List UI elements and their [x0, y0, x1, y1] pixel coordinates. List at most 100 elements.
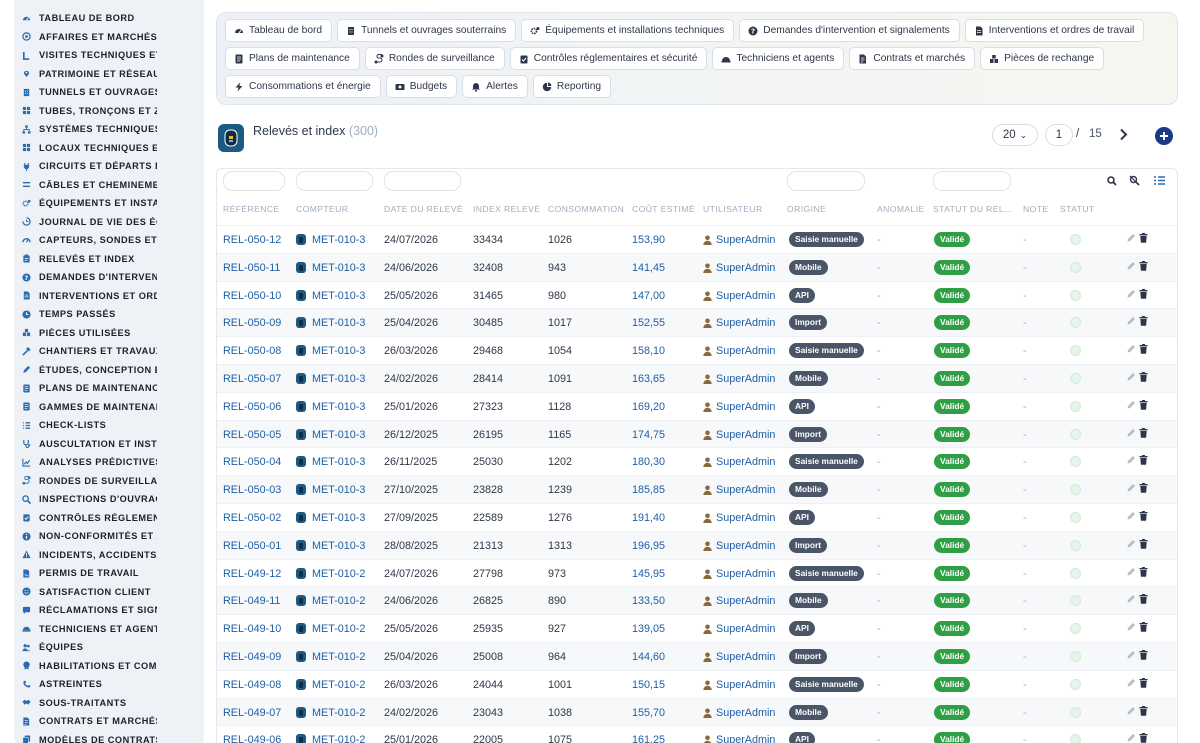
meter-link[interactable]: MET-010-3: [312, 429, 365, 441]
edit-icon[interactable]: [1126, 483, 1136, 493]
column-header[interactable]: ANOMALIE: [877, 204, 925, 214]
meter-link[interactable]: MET-010-2: [312, 734, 365, 743]
column-header[interactable]: STATUT: [1060, 204, 1095, 214]
user-cell[interactable]: SuperAdmin: [703, 568, 775, 580]
meter-cell[interactable]: MET-010-2: [296, 567, 365, 580]
sidebar-item[interactable]: AUSCULTATION ET INSTR: [22, 435, 202, 454]
reference-link[interactable]: REL-049-07: [223, 707, 281, 719]
delete-icon[interactable]: [1139, 566, 1148, 577]
meter-cell[interactable]: MET-010-3: [296, 234, 365, 246]
reference-link[interactable]: REL-049-10: [223, 623, 281, 635]
status-dot[interactable]: [1070, 595, 1081, 607]
quick-nav-button[interactable]: ? Demandes d'intervention et signalements: [739, 19, 960, 42]
column-header[interactable]: COMPTEUR: [296, 204, 348, 214]
sidebar-item[interactable]: VISITES TECHNIQUES ET: [22, 46, 202, 65]
status-dot[interactable]: [1070, 317, 1081, 329]
edit-icon[interactable]: [1126, 594, 1136, 604]
edit-icon[interactable]: [1126, 400, 1136, 410]
status-dot[interactable]: [1070, 289, 1081, 301]
delete-icon[interactable]: [1139, 538, 1148, 549]
table-row[interactable]: REL-050-06 MET-010-3 25/01/2026 27323 1128 16…: [217, 391, 1177, 420]
sidebar-item[interactable]: SYSTÈMES TECHNIQUES: [22, 120, 202, 139]
user-link[interactable]: SuperAdmin: [716, 373, 775, 385]
meter-cell[interactable]: MET-010-3: [296, 261, 365, 274]
reference-link[interactable]: REL-050-10: [223, 290, 281, 302]
delete-icon[interactable]: [1139, 705, 1148, 716]
user-cell[interactable]: SuperAdmin: [703, 290, 775, 302]
user-link[interactable]: SuperAdmin: [716, 317, 775, 329]
table-row[interactable]: REL-050-11 MET-010-3 24/06/2026 32408 943 141…: [217, 252, 1177, 281]
user-cell[interactable]: SuperAdmin: [703, 734, 775, 743]
table-row[interactable]: REL-050-09 MET-010-3 25/04/2026 30485 1017 15…: [217, 308, 1177, 337]
user-link[interactable]: SuperAdmin: [716, 623, 775, 635]
sidebar-item[interactable]: ANALYSES PRÉDICTIVES: [22, 453, 202, 472]
meter-link[interactable]: MET-010-3: [312, 262, 365, 274]
sidebar-item[interactable]: ÉTUDES, CONCEPTION ET: [22, 361, 202, 380]
reference-link[interactable]: REL-050-09: [223, 317, 281, 329]
reference-link[interactable]: REL-049-12: [223, 568, 281, 580]
meter-cell[interactable]: MET-010-2: [296, 734, 365, 743]
delete-icon[interactable]: [1139, 733, 1148, 743]
delete-icon[interactable]: [1139, 594, 1148, 605]
sidebar-item[interactable]: AFFAIRES ET MARCHÉS: [22, 28, 202, 47]
edit-icon[interactable]: [1126, 372, 1136, 382]
reference-link[interactable]: REL-050-11: [223, 262, 280, 274]
user-cell[interactable]: SuperAdmin: [703, 679, 775, 691]
delete-icon[interactable]: [1139, 371, 1148, 382]
user-cell[interactable]: SuperAdmin: [703, 595, 775, 607]
user-link[interactable]: SuperAdmin: [716, 540, 775, 552]
user-link[interactable]: SuperAdmin: [716, 456, 775, 468]
quick-nav-button[interactable]: Rondes de surveillance: [364, 47, 505, 70]
status-dot[interactable]: [1070, 261, 1081, 273]
status-dot[interactable]: [1070, 345, 1081, 357]
user-link[interactable]: SuperAdmin: [716, 345, 775, 357]
quick-nav-button[interactable]: Consommations et énergie: [225, 75, 381, 98]
sidebar-item[interactable]: PLANS DE MAINTENANCE: [22, 379, 202, 398]
column-header[interactable]: ORIGINE: [787, 204, 826, 214]
user-cell[interactable]: SuperAdmin: [703, 317, 775, 329]
delete-icon[interactable]: [1139, 260, 1148, 271]
sidebar-item[interactable]: CHECK-LISTS: [22, 416, 202, 435]
delete-icon[interactable]: [1139, 649, 1148, 660]
quick-nav-button[interactable]: Contrats et marchés: [849, 47, 976, 70]
meter-cell[interactable]: MET-010-2: [296, 650, 365, 663]
filter-reading-status-input[interactable]: [933, 171, 1011, 191]
status-dot[interactable]: [1070, 511, 1081, 523]
meter-cell[interactable]: MET-010-3: [296, 428, 365, 441]
user-link[interactable]: SuperAdmin: [716, 429, 775, 441]
meter-cell[interactable]: MET-010-3: [296, 345, 365, 357]
quick-nav-button[interactable]: Reporting: [532, 75, 612, 98]
table-row[interactable]: REL-049-08 MET-010-2 26/03/2026 24044 1001 15…: [217, 669, 1177, 698]
delete-icon[interactable]: [1139, 316, 1148, 327]
user-link[interactable]: SuperAdmin: [716, 679, 775, 691]
edit-icon[interactable]: [1126, 233, 1136, 243]
meter-cell[interactable]: MET-010-2: [296, 595, 365, 607]
edit-icon[interactable]: [1126, 733, 1136, 743]
clear-filter-icon[interactable]: [1129, 175, 1140, 186]
user-link[interactable]: SuperAdmin: [716, 401, 775, 413]
edit-icon[interactable]: [1126, 511, 1136, 521]
meter-cell[interactable]: MET-010-3: [296, 372, 365, 385]
column-header[interactable]: INDEX RELEVÉ: [473, 204, 540, 214]
column-header[interactable]: NOTE: [1023, 204, 1048, 214]
sidebar-item[interactable]: CIRCUITS ET DÉPARTS ÉL: [22, 157, 202, 176]
meter-link[interactable]: MET-010-2: [312, 651, 365, 663]
user-link[interactable]: SuperAdmin: [716, 512, 775, 524]
sidebar-item[interactable]: INSPECTIONS D'OUVRAG: [22, 490, 202, 509]
meter-link[interactable]: MET-010-2: [312, 707, 365, 719]
table-row[interactable]: REL-049-10 MET-010-2 25/05/2026 25935 927 139…: [217, 614, 1177, 642]
sidebar-item[interactable]: RELEVÉS ET INDEX: [22, 250, 202, 269]
user-cell[interactable]: SuperAdmin: [703, 540, 775, 552]
table-row[interactable]: REL-049-11 MET-010-2 24/06/2026 26825 890 133…: [217, 586, 1177, 615]
quick-nav-button[interactable]: Techniciens et agents: [712, 47, 845, 70]
user-link[interactable]: SuperAdmin: [716, 651, 775, 663]
user-cell[interactable]: SuperAdmin: [703, 456, 775, 468]
reference-link[interactable]: REL-049-11: [223, 595, 280, 607]
table-row[interactable]: REL-050-01 MET-010-3 28/08/2025 21313 1313 19…: [217, 530, 1177, 559]
delete-icon[interactable]: [1139, 399, 1148, 410]
quick-nav-button[interactable]: Interventions et ordres de travail: [964, 19, 1145, 42]
filter-meter-input[interactable]: [296, 171, 373, 191]
table-row[interactable]: REL-050-07 MET-010-3 24/02/2026 28414 1091 16…: [217, 363, 1177, 392]
status-dot[interactable]: [1070, 678, 1081, 690]
edit-icon[interactable]: [1126, 650, 1136, 660]
